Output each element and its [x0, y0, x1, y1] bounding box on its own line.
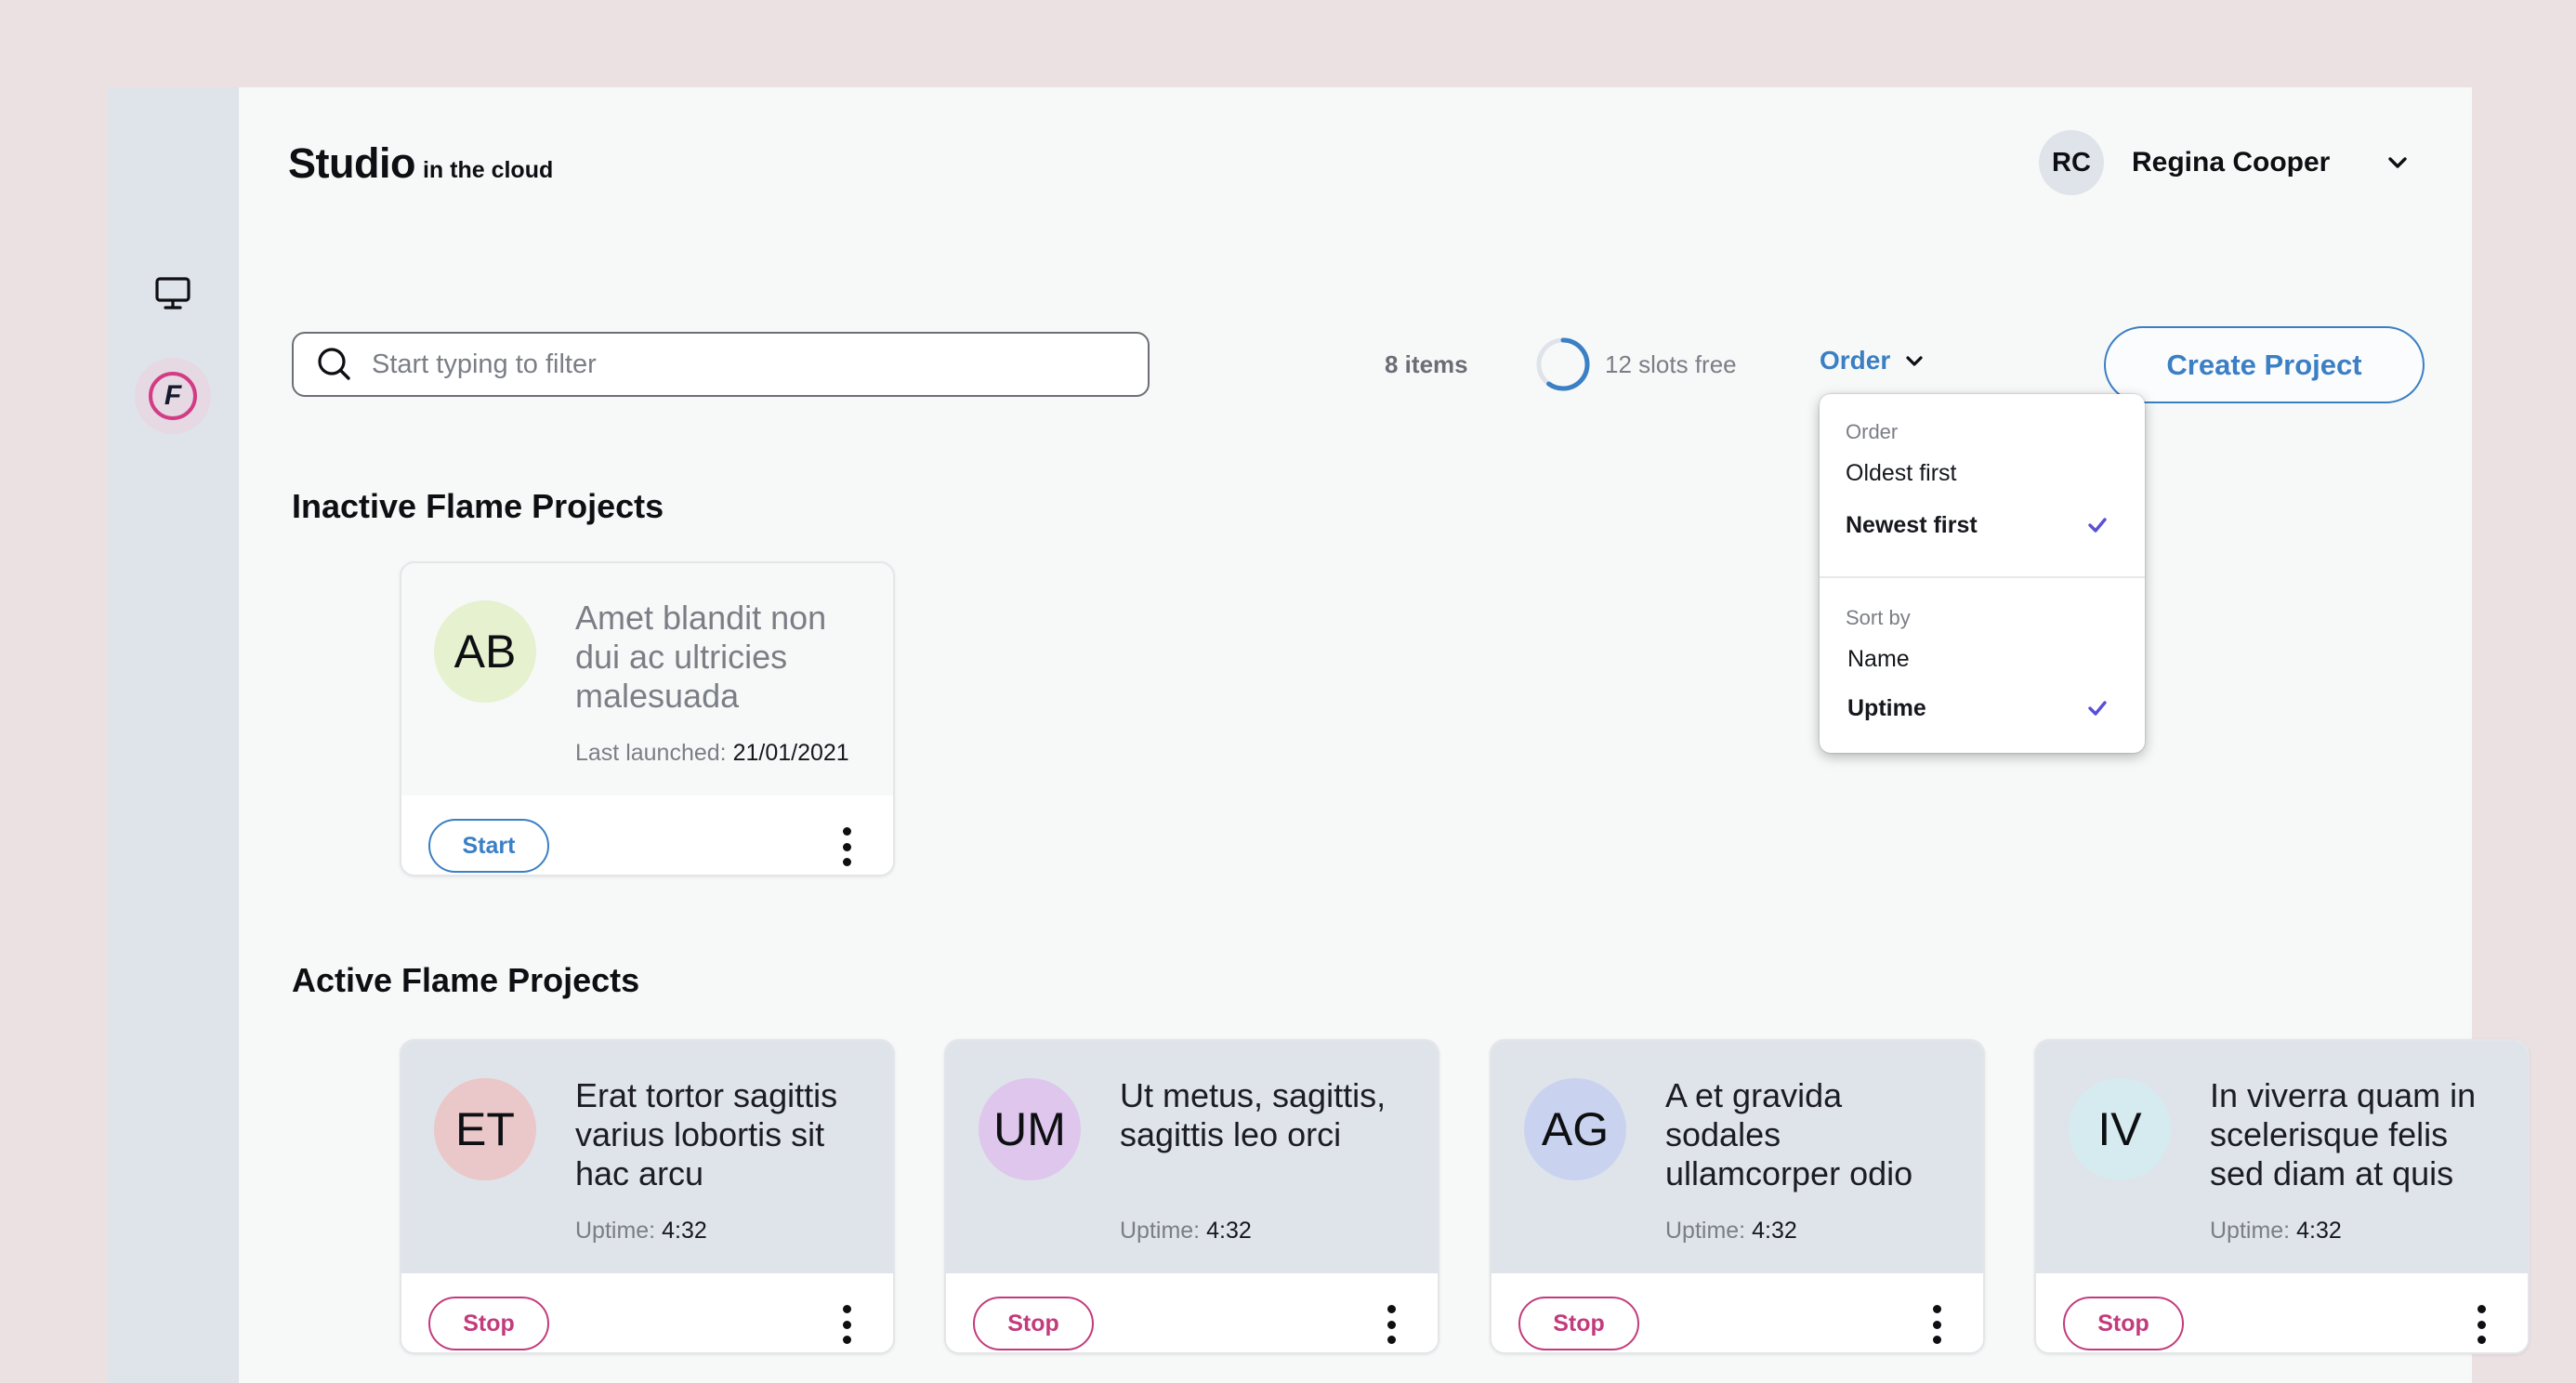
card-body: UM Ut metus, sagittis, sagittis leo orci…	[946, 1041, 1438, 1273]
sidebar-item-workstations[interactable]	[145, 270, 201, 318]
search-icon	[318, 348, 350, 380]
app-title: Studio	[288, 139, 415, 187]
monitor-icon	[155, 277, 191, 310]
search-field[interactable]	[292, 332, 1150, 397]
slots-label: 12 slots free	[1605, 349, 1737, 378]
stop-button[interactable]: Stop	[2063, 1297, 2184, 1350]
flame-icon: F	[149, 372, 197, 420]
create-project-button[interactable]: Create Project	[2104, 326, 2425, 403]
main-content: Studio in the cloud RC Regina Cooper 8 i…	[239, 87, 2530, 1383]
checkmark-icon	[2088, 701, 2107, 716]
sidebar-item-flame[interactable]: F	[135, 358, 211, 434]
menu-item-uptime[interactable]: Uptime	[1847, 688, 2126, 729]
project-title: Amet blandit non dui ac ultricies malesu…	[575, 599, 827, 715]
inactive-section-heading: Inactive Flame Projects	[292, 487, 664, 525]
project-avatar: AB	[434, 600, 536, 703]
search-input[interactable]	[372, 349, 1134, 380]
meta-label: Uptime:	[1120, 1218, 1201, 1244]
menu-item-label: Uptime	[1847, 694, 1926, 721]
menu-item-oldest-first[interactable]: Oldest first	[1846, 453, 2126, 494]
app-brand: Studio in the cloud	[288, 139, 553, 188]
items-count: 8 items	[1385, 350, 1468, 378]
menu-item-newest-first[interactable]: Newest first	[1846, 505, 2126, 546]
more-options-icon[interactable]	[1382, 1301, 1400, 1348]
project-title: Ut metus, sagittis, sagittis leo orci	[1120, 1076, 1387, 1153]
project-title: In viverra quam in scelerisque felis sed…	[2210, 1076, 2477, 1192]
project-card[interactable]: AG A et gravida sodales ullamcorper odio…	[1490, 1039, 1985, 1354]
order-heading: Order	[1846, 420, 1899, 443]
meta-label: Uptime:	[575, 1218, 656, 1244]
meta-label: Last launched:	[575, 740, 727, 766]
project-title: A et gravida sodales ullamcorper odio	[1665, 1076, 1913, 1192]
stop-button[interactable]: Stop	[1518, 1297, 1639, 1350]
chevron-down-icon	[1906, 355, 1923, 366]
user-name: Regina Cooper	[2132, 147, 2331, 178]
more-options-icon[interactable]	[837, 823, 856, 870]
order-dropdown-toggle[interactable]: Order	[1820, 346, 1924, 375]
card-footer: Stop	[401, 1273, 893, 1352]
more-options-icon[interactable]	[1927, 1301, 1946, 1348]
meta-label: Uptime:	[2210, 1218, 2291, 1244]
project-meta: Uptime: 4:32	[2210, 1218, 2342, 1245]
card-body: ET Erat tortor sagittis varius lobortis …	[401, 1041, 893, 1273]
card-body: AG A et gravida sodales ullamcorper odio…	[1492, 1041, 1983, 1273]
project-title: Erat tortor sagittis varius lobortis sit…	[575, 1076, 838, 1192]
project-meta: Uptime: 4:32	[1665, 1218, 1797, 1245]
stop-button[interactable]: Stop	[973, 1297, 1094, 1350]
sidebar: F	[108, 87, 239, 1383]
uptime-value: 4:32	[662, 1218, 707, 1244]
uptime-value: 4:32	[1206, 1218, 1252, 1244]
menu-divider	[1820, 576, 2145, 578]
start-button[interactable]: Start	[428, 819, 549, 873]
sort-heading: Sort by	[1846, 606, 1911, 629]
avatar: RC	[2039, 130, 2104, 195]
slots-indicator: 12 slots free	[1534, 336, 1737, 393]
menu-item-label: Oldest first	[1846, 459, 1957, 486]
menu-item-label: Name	[1847, 645, 1910, 672]
active-section-heading: Active Flame Projects	[292, 961, 640, 999]
more-options-icon[interactable]	[837, 1301, 856, 1348]
project-meta: Uptime: 4:32	[575, 1218, 707, 1245]
project-card[interactable]: ET Erat tortor sagittis varius lobortis …	[400, 1039, 895, 1354]
menu-item-name[interactable]: Name	[1847, 639, 2126, 679]
last-launched-value: 21/01/2021	[732, 740, 849, 766]
project-card[interactable]: IV In viverra quam in scelerisque felis …	[2034, 1039, 2530, 1354]
uptime-value: 4:32	[2296, 1218, 2342, 1244]
order-menu: Order Oldest first Newest first Sort by …	[1820, 394, 2145, 753]
card-body: AB Amet blandit non dui ac ultricies mal…	[401, 563, 893, 796]
order-label: Order	[1820, 346, 1891, 375]
stop-button[interactable]: Stop	[428, 1297, 549, 1350]
card-footer: Start	[401, 796, 893, 875]
project-meta: Last launched: 21/01/2021	[575, 740, 849, 767]
chevron-down-icon	[2388, 157, 2408, 168]
project-avatar: UM	[979, 1078, 1081, 1180]
uptime-value: 4:32	[1752, 1218, 1797, 1244]
project-avatar: ET	[434, 1078, 536, 1180]
app-subtitle: in the cloud	[422, 157, 554, 183]
meta-label: Uptime:	[1665, 1218, 1746, 1244]
card-footer: Stop	[1492, 1273, 1983, 1352]
card-body: IV In viverra quam in scelerisque felis …	[2036, 1041, 2528, 1273]
card-footer: Stop	[946, 1273, 1438, 1352]
menu-item-label: Newest first	[1846, 511, 1978, 538]
project-meta: Uptime: 4:32	[1120, 1218, 1252, 1245]
card-footer: Stop	[2036, 1273, 2528, 1352]
app-window: F Studio in the cloud RC Regina Cooper 8…	[108, 87, 2530, 1383]
checkmark-icon	[2088, 518, 2107, 533]
slots-progress-ring	[1536, 337, 1590, 391]
project-avatar: IV	[2069, 1078, 2171, 1180]
user-menu[interactable]: RC Regina Cooper	[2039, 129, 2408, 196]
project-card[interactable]: UM Ut metus, sagittis, sagittis leo orci…	[944, 1039, 1439, 1354]
project-avatar: AG	[1524, 1078, 1626, 1180]
project-card[interactable]: AB Amet blandit non dui ac ultricies mal…	[400, 561, 895, 876]
more-options-icon[interactable]	[2472, 1301, 2491, 1348]
